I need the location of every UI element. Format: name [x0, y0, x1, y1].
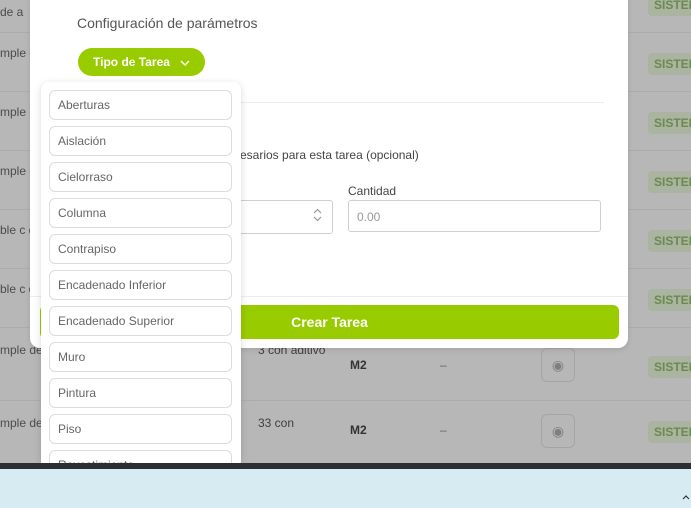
section-divider	[240, 102, 604, 103]
dropdown-option[interactable]: Columna	[49, 198, 232, 228]
chevron-up-icon[interactable]	[682, 489, 690, 503]
dropdown-option[interactable]: Revestimiento	[49, 450, 232, 463]
quantity-label: Cantidad	[348, 184, 397, 198]
dropdown-option[interactable]: Cielorraso	[49, 162, 232, 192]
dropdown-option[interactable]: Encadenado Inferior	[49, 270, 232, 300]
quantity-input[interactable]: 0.00	[348, 200, 601, 232]
dropdown-option[interactable]: Piso	[49, 414, 232, 444]
bottom-bar	[0, 463, 691, 508]
dropdown-option[interactable]: Aberturas	[49, 90, 232, 120]
dropdown-option[interactable]: Contrapiso	[49, 234, 232, 264]
modal-title: Configuración de parámetros	[77, 15, 258, 31]
material-select[interactable]	[230, 200, 333, 234]
chevron-down-icon	[180, 55, 190, 69]
up-down-caret-icon	[313, 208, 322, 225]
task-type-button[interactable]: Tipo de Tarea	[78, 48, 205, 76]
dropdown-option[interactable]: Muro	[49, 342, 232, 372]
dropdown-option[interactable]: Encadenado Superior	[49, 306, 232, 336]
dropdown-option[interactable]: Aislación	[49, 126, 232, 156]
materials-help-text: esarios para esta tarea (opcional)	[240, 148, 419, 162]
task-type-label: Tipo de Tarea	[93, 55, 170, 69]
task-type-dropdown[interactable]: Aberturas Aislación Cielorraso Columna C…	[41, 82, 241, 463]
dropdown-option[interactable]: Pintura	[49, 378, 232, 408]
